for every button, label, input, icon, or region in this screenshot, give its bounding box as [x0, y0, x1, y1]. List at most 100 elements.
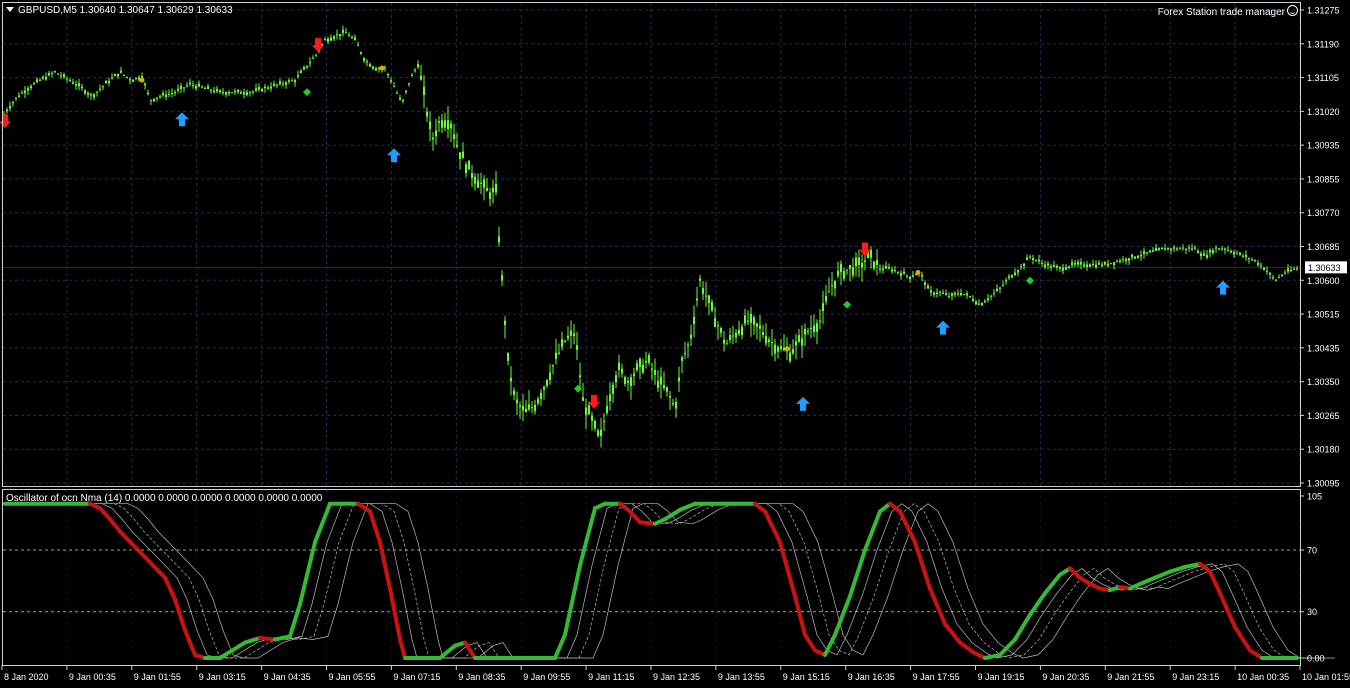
candle-body [510, 377, 512, 382]
time-label: 9 Jan 13:55 [718, 672, 765, 682]
candle-body [468, 160, 470, 170]
candle-body [249, 92, 251, 94]
candle-body [768, 339, 770, 343]
candle-body [1260, 265, 1262, 267]
candle-body [678, 377, 680, 382]
candle-body [930, 290, 932, 293]
candle-body [1203, 253, 1205, 256]
candle-body [36, 79, 38, 83]
candle-body [438, 121, 440, 123]
candle-body [1230, 250, 1232, 253]
candle-body [630, 377, 632, 387]
candle-body [606, 405, 608, 414]
price-label: 1.30600 [1307, 276, 1340, 286]
candle-body [1029, 256, 1031, 258]
candle-body [435, 130, 437, 137]
candle-body [651, 368, 653, 370]
candle-body [648, 355, 650, 363]
candle-body [1188, 247, 1190, 249]
candle-body [99, 88, 101, 90]
candle-body [1104, 262, 1106, 265]
candle-body [1155, 248, 1157, 251]
candle-body [444, 120, 446, 128]
candle-body [591, 415, 593, 421]
dot-marker [915, 270, 921, 276]
candle-body [906, 275, 908, 277]
candle-body [864, 260, 866, 262]
candle-body [738, 329, 740, 335]
candle-body [573, 333, 575, 337]
candle-body [858, 257, 860, 265]
candle-body [621, 368, 623, 374]
candle-body [1020, 266, 1022, 268]
dot-marker [784, 346, 790, 352]
price-label: 1.30770 [1307, 208, 1340, 218]
candle-body [261, 88, 263, 92]
candle-body [693, 316, 695, 324]
time-label: 9 Jan 23:15 [1172, 672, 1219, 682]
candle-body [1242, 255, 1244, 257]
candle-body [981, 303, 983, 306]
candle-body [861, 262, 863, 268]
candle-body [669, 395, 671, 398]
candle-body [819, 320, 821, 322]
candle-body [582, 397, 584, 401]
candle-body [567, 335, 569, 339]
candle-body [303, 66, 305, 70]
candle-body [471, 173, 473, 179]
candle-body [1116, 261, 1118, 263]
candle-body [1032, 258, 1034, 260]
candle-body [702, 288, 704, 294]
symbol-header[interactable]: GBPUSD,M5 1.30640 1.30647 1.30629 1.3063… [6, 5, 233, 16]
candle-body [276, 84, 278, 86]
candle-body [222, 92, 224, 94]
candle-body [1206, 254, 1208, 258]
candle-body [1248, 258, 1250, 260]
candle-body [351, 36, 353, 38]
candle-body [1164, 248, 1166, 251]
candle-body [1026, 257, 1028, 261]
candle-body [420, 75, 422, 80]
candle-body [366, 61, 368, 63]
candle-body [324, 39, 326, 41]
candle-body [1281, 274, 1283, 276]
candle-body [1224, 248, 1226, 250]
time-label: 9 Jan 04:35 [264, 672, 311, 682]
candle-body [507, 352, 509, 361]
candle-body [171, 92, 173, 94]
candle-body [1287, 268, 1289, 272]
candle-body [1245, 255, 1247, 257]
candle-body [156, 97, 158, 99]
candle-body [519, 405, 521, 407]
candle-body [969, 296, 971, 298]
candle-body [225, 92, 227, 95]
candle-body [576, 345, 578, 350]
candle-body [765, 335, 767, 344]
candle-body [291, 80, 293, 82]
candle-body [957, 293, 959, 295]
dropdown-triangle-icon[interactable] [6, 7, 14, 12]
time-label: 9 Jan 08:35 [458, 672, 505, 682]
candle-body [972, 299, 974, 301]
candle-body [966, 293, 968, 296]
candle-body [534, 404, 536, 412]
candle-body [516, 399, 518, 404]
candle-body [210, 89, 212, 91]
candle-body [186, 85, 188, 87]
candle-body [912, 275, 914, 277]
candle-body [1185, 248, 1187, 250]
candle-body [933, 292, 935, 295]
candle-body [1035, 259, 1037, 261]
candle-body [219, 90, 221, 93]
candle-body [132, 79, 134, 82]
candle-body [681, 357, 683, 361]
candle-body [777, 347, 779, 352]
trade-manager-label[interactable]: Forex Station trade manager [1158, 5, 1298, 18]
candle-body [1212, 250, 1214, 254]
candle-body [357, 44, 359, 47]
candle-body [270, 86, 272, 89]
candle-body [423, 86, 425, 96]
candle-body [984, 300, 986, 303]
candle-body [987, 298, 989, 301]
candle-body [66, 78, 68, 80]
